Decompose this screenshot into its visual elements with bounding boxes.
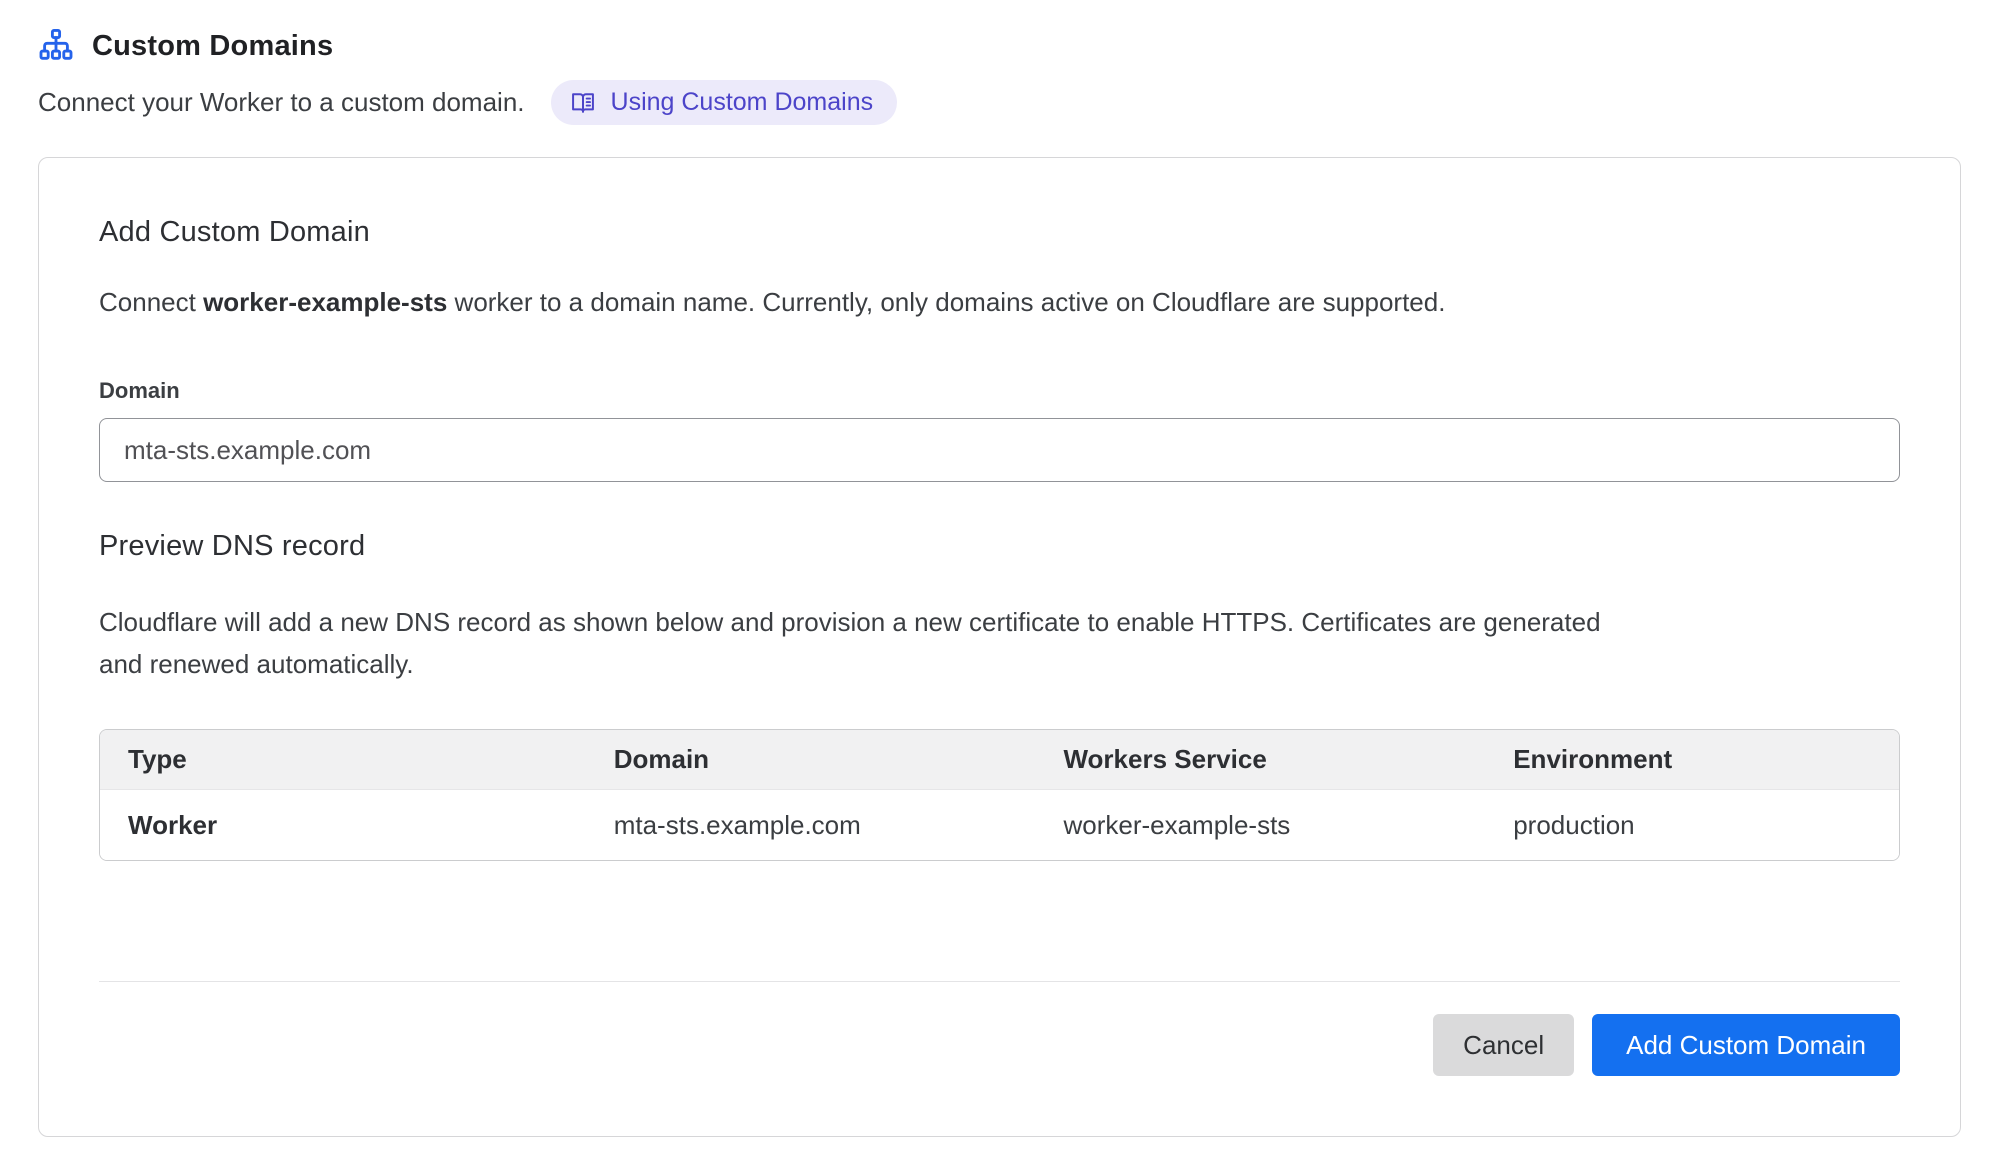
sitemap-icon [38, 28, 74, 64]
custom-domains-page: Custom Domains Connect your Worker to a … [0, 0, 1999, 1157]
dns-table-row: Worker mta-sts.example.com worker-exampl… [100, 790, 1899, 860]
dns-preview-table: Type Domain Workers Service Environment … [99, 729, 1900, 861]
book-open-icon [569, 89, 597, 117]
card-actions: Cancel Add Custom Domain [99, 1014, 1900, 1076]
preview-dns-description: Cloudflare will add a new DNS record as … [99, 601, 1639, 685]
dns-table-header-row: Type Domain Workers Service Environment [100, 730, 1899, 790]
page-title: Custom Domains [92, 30, 333, 63]
docs-link-label: Using Custom Domains [611, 88, 874, 117]
dns-table-header: Type Domain Workers Service Environment [100, 730, 1899, 790]
footer-divider [99, 981, 1900, 982]
preview-dns-heading: Preview DNS record [99, 530, 1900, 563]
page-subtitle-row: Connect your Worker to a custom domain. … [38, 80, 1961, 125]
cell-workers-service: worker-example-sts [1035, 790, 1485, 860]
column-header-type: Type [100, 730, 586, 790]
intro-prefix: Connect [99, 287, 203, 317]
page-title-row: Custom Domains [38, 28, 1961, 64]
column-header-environment: Environment [1485, 730, 1899, 790]
intro-suffix: worker to a domain name. Currently, only… [447, 287, 1445, 317]
column-header-workers-service: Workers Service [1035, 730, 1485, 790]
cell-domain: mta-sts.example.com [586, 790, 1036, 860]
docs-link-badge[interactable]: Using Custom Domains [551, 80, 898, 125]
cancel-button[interactable]: Cancel [1433, 1014, 1574, 1076]
page-subtitle: Connect your Worker to a custom domain. [38, 87, 525, 118]
cell-environment: production [1485, 790, 1899, 860]
cell-type: Worker [100, 790, 586, 860]
add-custom-domain-button[interactable]: Add Custom Domain [1592, 1014, 1900, 1076]
card-intro: Connect worker-example-sts worker to a d… [99, 287, 1900, 318]
page-header: Custom Domains Connect your Worker to a … [38, 28, 1961, 125]
card-heading: Add Custom Domain [99, 216, 1900, 249]
worker-name: worker-example-sts [203, 287, 447, 317]
add-custom-domain-card: Add Custom Domain Connect worker-example… [38, 157, 1961, 1137]
domain-input[interactable] [99, 418, 1900, 482]
column-header-domain: Domain [586, 730, 1036, 790]
domain-label: Domain [99, 378, 1900, 404]
